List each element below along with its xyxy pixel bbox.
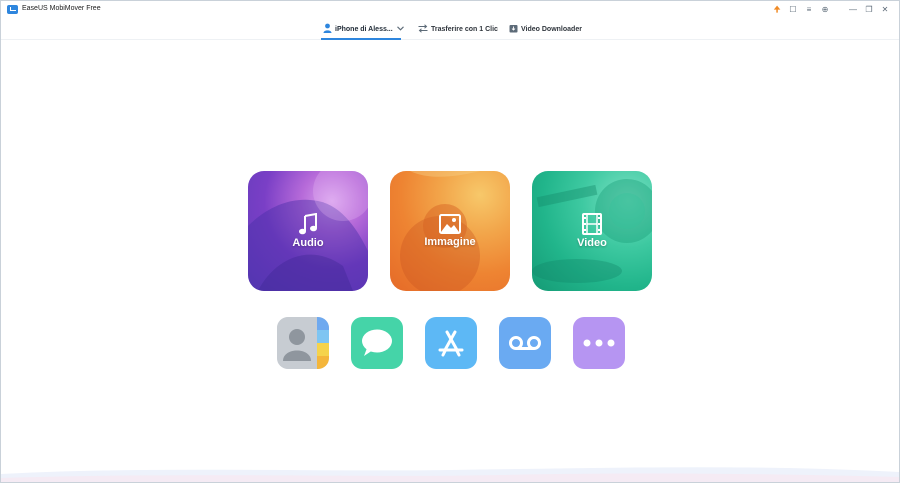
video-tile-label: Video: [577, 237, 607, 249]
tab-video-downloader[interactable]: Video Downloader: [509, 18, 582, 40]
messages-tile[interactable]: [351, 317, 403, 369]
feedback-icon[interactable]: ☐: [785, 3, 801, 16]
close-icon[interactable]: ✕: [877, 3, 893, 16]
tab-video-downloader-label: Video Downloader: [521, 25, 582, 33]
tab-device-label: iPhone di Aless...: [335, 25, 393, 33]
tab-device[interactable]: iPhone di Aless...: [323, 18, 404, 40]
contacts-tile[interactable]: [277, 317, 329, 369]
title-actions: 🠉 ☐ ≡ ⊕ — ❐ ✕: [769, 3, 893, 16]
audio-tile[interactable]: Audio: [248, 171, 368, 291]
voicemail-icon: [509, 336, 541, 350]
tab-one-click-transfer[interactable]: Trasferire con 1 Clic: [418, 18, 498, 40]
voicemail-tile[interactable]: [499, 317, 551, 369]
contacts-icon: [277, 317, 329, 369]
app-store-icon: [438, 330, 464, 357]
image-tile[interactable]: Immagine: [390, 171, 510, 291]
image-tile-label: Immagine: [424, 236, 476, 248]
more-icon: [583, 339, 615, 347]
more-tile[interactable]: [573, 317, 625, 369]
picture-icon: [438, 214, 461, 234]
audio-tile-label: Audio: [292, 237, 324, 249]
bottom-wave-decoration: [1, 467, 899, 482]
person-icon: [323, 23, 332, 35]
messages-icon: [362, 329, 392, 356]
video-tile-content: Video: [577, 213, 607, 249]
main-nav: iPhone di Aless... Trasferire con 1 Clic…: [1, 18, 899, 40]
tab-one-click-transfer-label: Trasferire con 1 Clic: [431, 25, 498, 33]
chevron-down-icon[interactable]: [396, 25, 404, 33]
transfer-icon: [418, 23, 428, 35]
video-download-icon: [509, 24, 518, 35]
app-logo-icon: [7, 5, 18, 14]
video-tile[interactable]: Video: [532, 171, 652, 291]
apps-tile[interactable]: [425, 317, 477, 369]
app-title: EaseUS MobiMover Free: [22, 5, 101, 12]
image-tile-content: Immagine: [424, 214, 476, 248]
upgrade-arrow-icon[interactable]: 🠉: [769, 3, 785, 16]
music-note-icon: [298, 213, 318, 235]
restore-icon[interactable]: ❐: [861, 3, 877, 16]
film-strip-icon: [581, 213, 603, 235]
language-globe-icon[interactable]: ⊕: [817, 3, 833, 16]
menu-icon[interactable]: ≡: [801, 3, 817, 16]
active-tab-underline: [321, 38, 401, 40]
title-bar: EaseUS MobiMover Free 🠉 ☐ ≡ ⊕ — ❐ ✕: [1, 1, 899, 18]
audio-tile-content: Audio: [292, 213, 324, 249]
minimize-icon[interactable]: —: [845, 3, 861, 16]
